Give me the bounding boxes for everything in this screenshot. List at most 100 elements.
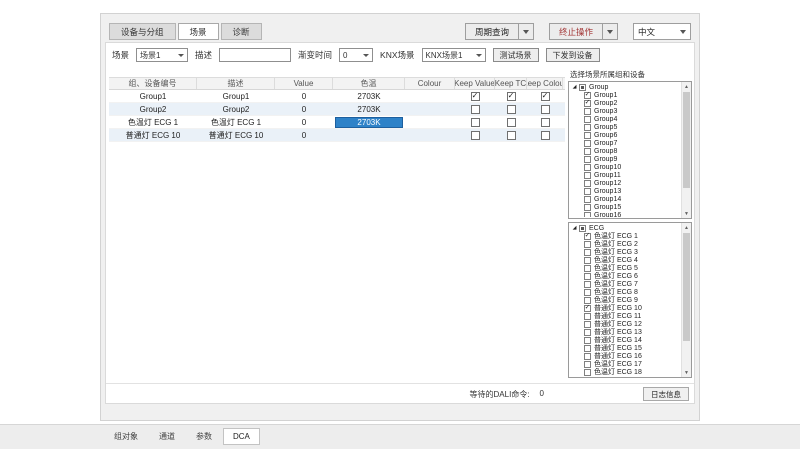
tree-item[interactable]: Group5 [571, 123, 680, 131]
tree-item-checkbox[interactable] [584, 353, 591, 360]
tree-item[interactable]: Group12 [571, 179, 680, 187]
tree-item-checkbox[interactable] [584, 196, 591, 203]
tree-item[interactable]: Group3 [571, 107, 680, 115]
tree-item-checkbox[interactable] [584, 172, 591, 179]
keep-checkbox-cell[interactable]: ✓ [495, 90, 527, 102]
top-tab-scenes[interactable]: 场景 [178, 23, 219, 40]
bottom-tab-parameters[interactable]: 参数 [186, 428, 222, 445]
cyclic-query-button[interactable]: 周期查询 [465, 23, 519, 40]
keep-checkbox-cell[interactable] [527, 103, 563, 115]
cell-ct[interactable]: 2703K [333, 103, 405, 115]
checkbox[interactable] [541, 105, 550, 114]
scene-select[interactable]: 场景1 [136, 48, 188, 62]
tree-item-checkbox[interactable] [584, 361, 591, 368]
tree-item-checkbox[interactable] [584, 188, 591, 195]
keep-checkbox-cell[interactable]: ✓ [455, 90, 495, 102]
group-tree-scrollbar[interactable]: ▲ ▼ [681, 82, 691, 218]
tree-item[interactable]: Group15 [571, 203, 680, 211]
scroll-down-icon[interactable]: ▼ [682, 368, 691, 377]
table-row[interactable]: Group1Group102703K✓✓✓ [109, 90, 565, 103]
checkbox[interactable]: ✓ [541, 92, 550, 101]
tree-item-checkbox[interactable] [584, 345, 591, 352]
checkbox[interactable] [471, 105, 480, 114]
download-to-device-button[interactable]: 下发到设备 [546, 48, 600, 62]
expander-icon[interactable]: ◢ [571, 225, 578, 232]
tree-item-checkbox[interactable] [584, 241, 591, 248]
checkbox[interactable] [471, 131, 480, 140]
cell-value[interactable]: 0 [275, 103, 333, 115]
tree-item-checkbox[interactable] [584, 116, 591, 123]
checkbox[interactable] [507, 105, 516, 114]
tree-item-checkbox[interactable] [584, 321, 591, 328]
checkbox[interactable] [471, 118, 480, 127]
expander-icon[interactable]: ◢ [571, 84, 578, 91]
keep-checkbox-cell[interactable] [495, 116, 527, 128]
checkbox[interactable]: ✓ [471, 92, 480, 101]
tree-item[interactable]: Group13 [571, 187, 680, 195]
bottom-tab-dca[interactable]: DCA [223, 428, 260, 445]
tree-item-checkbox[interactable] [584, 164, 591, 171]
tree-root-checkbox[interactable] [579, 225, 586, 232]
tree-item[interactable]: Group4 [571, 115, 680, 123]
tree-item-checkbox[interactable] [584, 369, 591, 376]
tree-item[interactable]: Group6 [571, 131, 680, 139]
checkbox[interactable] [541, 131, 550, 140]
table-row[interactable]: 普通灯 ECG 10普通灯 ECG 100 [109, 129, 565, 142]
stop-operation-button[interactable]: 终止操作 [549, 23, 603, 40]
checkbox[interactable]: ✓ [507, 92, 516, 101]
cell-colour[interactable] [405, 103, 455, 115]
keep-checkbox-cell[interactable] [455, 103, 495, 115]
tree-item-checkbox[interactable] [584, 212, 591, 218]
tree-item[interactable]: Group14 [571, 195, 680, 203]
tree-item-checkbox[interactable] [584, 180, 591, 187]
keep-checkbox-cell[interactable] [495, 129, 527, 141]
tree-item[interactable]: Group10 [571, 163, 680, 171]
keep-checkbox-cell[interactable] [527, 129, 563, 141]
cell-ct[interactable]: 2703K [333, 116, 405, 128]
checkbox[interactable] [507, 131, 516, 140]
keep-checkbox-cell[interactable] [495, 103, 527, 115]
checkbox[interactable] [541, 118, 550, 127]
tree-item-checkbox[interactable]: ✓ [584, 233, 591, 240]
fade-time-select[interactable]: 0 [339, 48, 373, 62]
top-tab-devices-groups[interactable]: 设备与分组 [109, 23, 176, 40]
tree-item-checkbox[interactable] [584, 329, 591, 336]
cyclic-query-dropdown[interactable] [519, 23, 534, 40]
tree-root-checkbox[interactable] [579, 84, 586, 91]
tree-item-checkbox[interactable] [584, 337, 591, 344]
keep-checkbox-cell[interactable]: ✓ [527, 90, 563, 102]
scroll-down-icon[interactable]: ▼ [682, 209, 691, 218]
tree-item[interactable]: Group11 [571, 171, 680, 179]
cell-colour[interactable] [405, 116, 455, 128]
cell-colour[interactable] [405, 129, 455, 141]
description-input[interactable] [219, 48, 291, 62]
tree-item-checkbox[interactable] [584, 124, 591, 131]
language-select[interactable]: 中文 [633, 23, 691, 40]
ecg-tree-scrollbar[interactable]: ▲ ▼ [681, 223, 691, 377]
tree-item-checkbox[interactable] [584, 297, 591, 304]
tree-item-checkbox[interactable] [584, 281, 591, 288]
scroll-thumb[interactable] [683, 92, 690, 188]
bottom-tab-channels[interactable]: 通道 [149, 428, 185, 445]
cell-colour[interactable] [405, 90, 455, 102]
tree-item[interactable]: Group8 [571, 147, 680, 155]
checkbox[interactable] [507, 118, 516, 127]
tree-item-checkbox[interactable] [584, 257, 591, 264]
tree-item-checkbox[interactable] [584, 289, 591, 296]
keep-checkbox-cell[interactable] [455, 116, 495, 128]
log-info-button[interactable]: 日志信息 [643, 387, 689, 401]
tree-item[interactable]: ✓Group1 [571, 91, 680, 99]
selected-ct-cell[interactable]: 2703K [335, 117, 403, 128]
stop-operation-dropdown[interactable] [603, 23, 618, 40]
cell-value[interactable]: 0 [275, 90, 333, 102]
tree-item[interactable]: Group9 [571, 155, 680, 163]
tree-item-checkbox[interactable] [584, 313, 591, 320]
scroll-thumb[interactable] [683, 233, 690, 341]
keep-checkbox-cell[interactable] [455, 129, 495, 141]
scroll-up-icon[interactable]: ▲ [682, 223, 691, 232]
scroll-up-icon[interactable]: ▲ [682, 82, 691, 91]
table-row[interactable]: Group2Group202703K [109, 103, 565, 116]
tree-item-checkbox[interactable] [584, 108, 591, 115]
tree-item-checkbox[interactable] [584, 132, 591, 139]
tree-item-checkbox[interactable] [584, 273, 591, 280]
